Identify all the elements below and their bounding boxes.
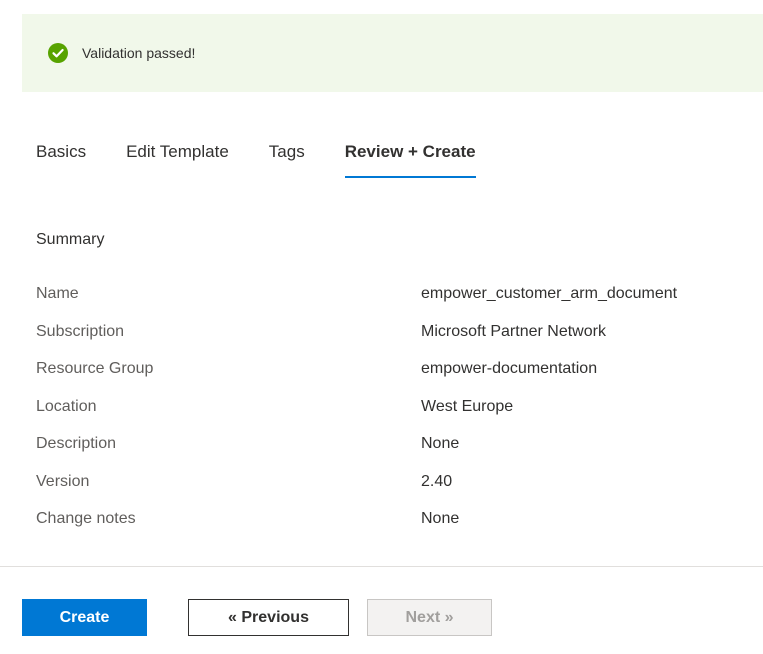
summary-label: Subscription	[36, 322, 125, 340]
summary-row-change-notes: Change notes None	[36, 510, 751, 548]
validation-message: Validation passed!	[82, 45, 196, 61]
validation-banner: Validation passed!	[22, 14, 763, 92]
tab-tags[interactable]: Tags	[269, 138, 305, 178]
summary-value: Microsoft Partner Network	[421, 322, 606, 340]
tab-basics[interactable]: Basics	[36, 138, 86, 178]
summary-row-version: Version 2.40	[36, 473, 751, 511]
summary-label: Resource Group	[36, 360, 154, 377]
summary-heading: Summary	[36, 231, 105, 248]
create-button[interactable]: Create	[22, 599, 147, 636]
previous-button[interactable]: « Previous	[188, 599, 349, 636]
summary-label: Change notes	[36, 510, 136, 527]
tab-edit-template[interactable]: Edit Template	[126, 138, 229, 178]
summary-table: Name empower_customer_arm_document Subsc…	[36, 285, 751, 548]
footer-divider	[0, 566, 763, 567]
summary-row-description: Description None	[36, 435, 751, 473]
summary-value: 2.40	[421, 472, 453, 490]
review-create-page: Validation passed! Basics Edit Template …	[0, 0, 763, 654]
summary-value: West Europe	[421, 397, 514, 415]
check-circle-icon	[48, 43, 68, 63]
summary-row-resource-group: Resource Group empower-documentation	[36, 360, 751, 398]
tab-review-create[interactable]: Review + Create	[344, 138, 476, 178]
summary-label: Location	[36, 397, 97, 415]
summary-row-name: Name empower_customer_arm_document	[36, 285, 751, 323]
summary-label: Version	[36, 472, 90, 490]
summary-value: empower_customer_arm_document	[421, 285, 678, 302]
next-button[interactable]: Next »	[367, 599, 492, 636]
summary-label: Name	[36, 285, 79, 302]
summary-value: empower-documentation	[421, 360, 598, 377]
summary-value: None	[421, 510, 460, 527]
summary-label: Description	[36, 435, 117, 452]
summary-row-subscription: Subscription Microsoft Partner Network	[36, 323, 751, 361]
tab-bar: Basics Edit Template Tags Review + Creat…	[36, 138, 516, 178]
summary-value: None	[421, 435, 460, 452]
summary-row-location: Location West Europe	[36, 398, 751, 436]
